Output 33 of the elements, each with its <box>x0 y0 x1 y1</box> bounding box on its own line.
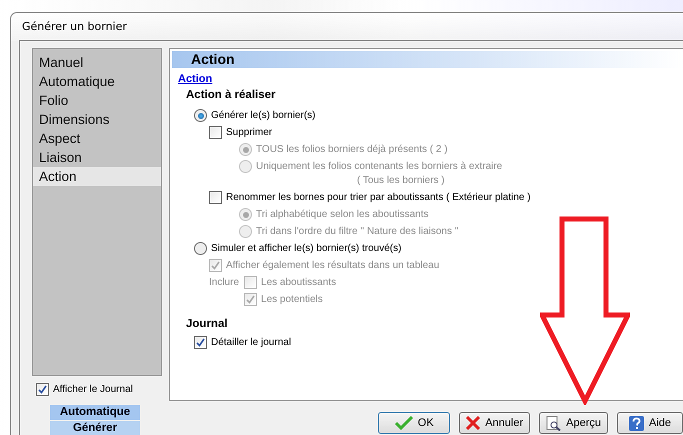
ok-button[interactable]: OK <box>378 412 450 434</box>
help-button[interactable]: Aide <box>617 412 683 434</box>
magnifier-page-icon <box>546 416 562 430</box>
section-link[interactable]: Action <box>178 73 212 85</box>
radio-option[interactable]: Simuler et afficher le(s) bornier(s) trouvé(s) <box>194 240 402 257</box>
section-title: Action à réaliser <box>186 89 276 101</box>
sidebar-item[interactable]: Liaison <box>33 148 161 167</box>
section-title: Journal <box>186 318 229 330</box>
sidebar-item[interactable]: Aspect <box>33 129 161 148</box>
sidebar-item[interactable]: Automatique <box>33 72 161 91</box>
preview-button[interactable]: Aperçu <box>539 412 608 434</box>
cancel-button[interactable]: Annuler <box>459 412 530 434</box>
close-icon <box>466 416 480 430</box>
checkmark-icon <box>38 385 47 394</box>
checkbox-option[interactable]: Renommer les bornes pour trier par aboutissants ( Extérieur platine ) <box>209 189 531 206</box>
tab[interactable]: Automatique <box>50 405 140 420</box>
checkbox-option[interactable]: Détailler le journal <box>194 334 292 351</box>
sidebar-item[interactable]: Dimensions <box>33 110 161 129</box>
checkbox-option[interactable]: Supprimer <box>209 124 272 141</box>
sidebar-item[interactable]: Manuel <box>33 53 161 72</box>
help-icon <box>628 416 644 430</box>
radio-option[interactable]: Générer le(s) bornier(s) <box>194 107 316 124</box>
group-label: Inclure <box>209 276 240 290</box>
sidebar-item[interactable]: Action <box>33 167 161 186</box>
option-note: ( Tous les borniers ) <box>356 175 446 188</box>
checkbox-option[interactable]: Afficher le Journal <box>36 381 133 398</box>
checkmark-icon <box>196 338 205 347</box>
sidebar-item[interactable]: Folio <box>33 91 161 110</box>
checkmark-icon <box>246 295 256 304</box>
checkmark-icon <box>394 416 413 430</box>
checkmark-icon <box>211 261 220 270</box>
window-title: Générer un bornier <box>21 19 128 35</box>
tab[interactable]: Générer <box>50 421 140 435</box>
